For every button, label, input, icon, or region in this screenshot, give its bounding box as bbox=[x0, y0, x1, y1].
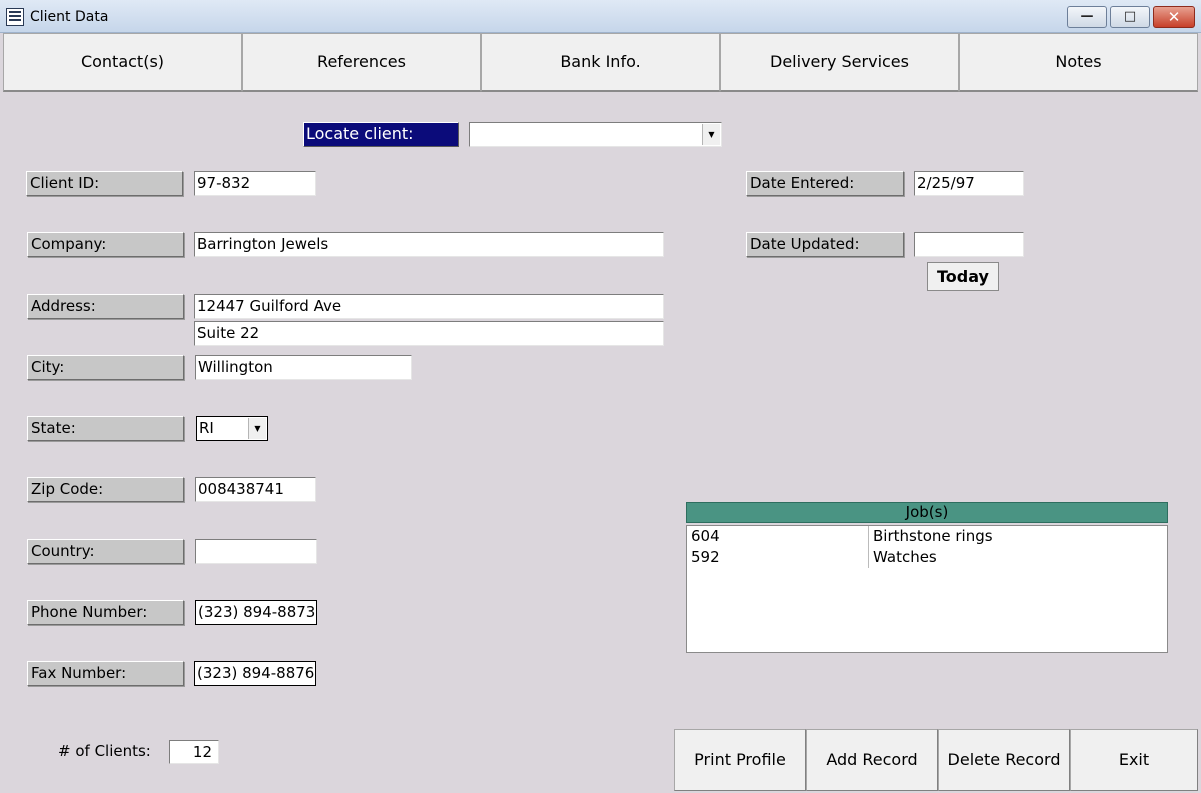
state-combo[interactable]: RI ▼ bbox=[196, 416, 268, 441]
city-label: City: bbox=[27, 355, 184, 380]
country-label: Country: bbox=[27, 539, 184, 564]
chevron-down-icon[interactable]: ▼ bbox=[248, 418, 266, 439]
date-entered-label: Date Entered: bbox=[746, 171, 904, 196]
tab-bank-info[interactable]: Bank Info. bbox=[481, 33, 720, 92]
list-item[interactable]: 592 Watches bbox=[687, 547, 1167, 568]
tab-delivery-services[interactable]: Delivery Services bbox=[720, 33, 959, 92]
print-profile-button[interactable]: Print Profile bbox=[674, 729, 806, 791]
maximize-button[interactable]: □ bbox=[1110, 6, 1150, 28]
address-line2-field[interactable]: Suite 22 bbox=[194, 321, 664, 346]
address-label: Address: bbox=[27, 294, 184, 319]
today-button[interactable]: Today bbox=[927, 262, 999, 291]
tab-contacts[interactable]: Contact(s) bbox=[3, 33, 242, 92]
jobs-header: Job(s) bbox=[686, 502, 1168, 523]
clients-count-label: # of Clients: bbox=[58, 742, 151, 760]
address-line1-field[interactable]: 12447 Guilford Ave bbox=[194, 294, 664, 319]
city-field[interactable]: Willington bbox=[195, 355, 412, 380]
job-description: Watches bbox=[868, 547, 937, 568]
fax-number-field[interactable]: (323) 894-8876 bbox=[194, 661, 316, 686]
title-bar: Client Data — □ ✕ bbox=[0, 0, 1201, 33]
client-id-field[interactable]: 97-832 bbox=[194, 171, 316, 196]
tab-notes[interactable]: Notes bbox=[959, 33, 1198, 92]
close-button[interactable]: ✕ bbox=[1153, 6, 1195, 28]
date-updated-field[interactable] bbox=[914, 232, 1024, 257]
jobs-list[interactable]: 604 Birthstone rings 592 Watches bbox=[686, 525, 1168, 653]
locate-client-combo[interactable]: ▼ bbox=[469, 122, 722, 147]
fax-number-label: Fax Number: bbox=[27, 661, 184, 686]
country-field[interactable] bbox=[195, 539, 317, 564]
zip-code-label: Zip Code: bbox=[27, 477, 184, 502]
company-label: Company: bbox=[27, 232, 184, 257]
job-description: Birthstone rings bbox=[868, 526, 993, 547]
clients-count-field: 12 bbox=[169, 740, 219, 764]
phone-number-field[interactable]: (323) 894-8873 bbox=[195, 600, 317, 625]
add-record-button[interactable]: Add Record bbox=[806, 729, 938, 791]
phone-number-label: Phone Number: bbox=[27, 600, 184, 625]
tab-bar: Contact(s) References Bank Info. Deliver… bbox=[3, 33, 1198, 92]
company-field[interactable]: Barrington Jewels bbox=[194, 232, 664, 257]
zip-code-field[interactable]: 008438741 bbox=[195, 477, 316, 502]
locate-client-label: Locate client: bbox=[303, 122, 459, 147]
minimize-button[interactable]: — bbox=[1067, 6, 1107, 28]
chevron-down-icon[interactable]: ▼ bbox=[702, 124, 720, 145]
tab-references[interactable]: References bbox=[242, 33, 481, 92]
state-value: RI bbox=[199, 419, 214, 437]
job-id: 592 bbox=[691, 548, 720, 566]
delete-record-button[interactable]: Delete Record bbox=[938, 729, 1070, 791]
date-entered-field[interactable]: 2/25/97 bbox=[914, 171, 1024, 196]
form-icon bbox=[6, 8, 24, 26]
client-id-label: Client ID: bbox=[26, 171, 183, 196]
date-updated-label: Date Updated: bbox=[746, 232, 904, 257]
state-label: State: bbox=[27, 416, 184, 441]
list-item[interactable]: 604 Birthstone rings bbox=[687, 526, 1167, 547]
job-id: 604 bbox=[691, 527, 720, 545]
exit-button[interactable]: Exit bbox=[1070, 729, 1198, 791]
window-title: Client Data bbox=[30, 9, 109, 25]
